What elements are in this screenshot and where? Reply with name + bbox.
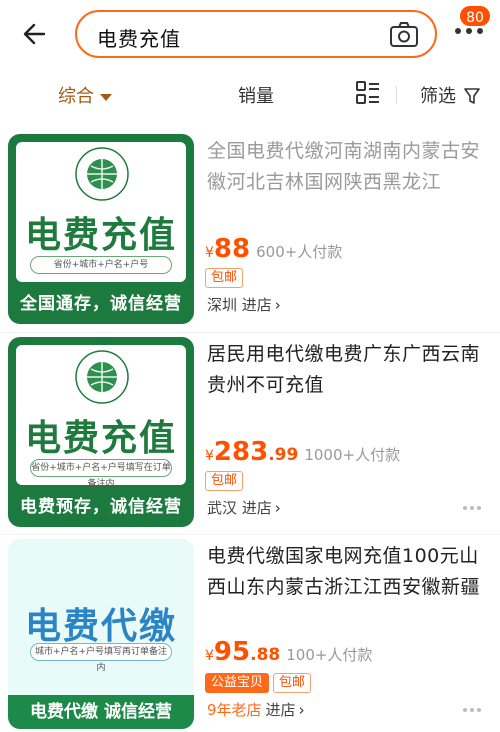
product-image-panel: 电费充值 省份+城市+户名+户号 [16,142,186,282]
state-grid-logo-icon [75,350,129,404]
charity-tag: 公益宝贝 [205,673,270,693]
divider [396,86,397,104]
price-decimal: .99 [268,445,299,465]
product-image-footer: 电费代缴 诚信经营 [8,695,194,729]
free-shipping-tag: 包邮 [273,673,312,693]
product-image-title: 电费代缴 [24,606,177,647]
search-input-value: 电费充值 [97,27,181,51]
more-options-icon[interactable] [462,707,482,713]
tag-row: 包邮 [205,469,247,491]
product-image-title: 电费充值 [24,418,177,459]
filter-icon [463,88,480,104]
product-image-pill: 省份+城市+户名+户号 [30,256,172,274]
shop-link[interactable]: 武汉 进店 › [207,497,281,521]
product-card[interactable]: 电费代缴 城市+户名+户号填写再订单备注内 电费代缴 诚信经营 电费代缴国家电网… [0,535,500,732]
notification-badge: 80 [458,4,492,28]
sold-count: 1000+人付款 [304,446,401,464]
product-image-pill: 城市+户名+户号填写再订单备注内 [30,643,172,673]
free-shipping-tag: 包邮 [205,471,244,491]
product-title[interactable]: 居民用电代缴电费广东广西云南贵州不可充值 [207,339,492,401]
price-integer: 95 [213,637,251,667]
price-decimal: .88 [250,645,281,665]
more-options-icon[interactable] [462,505,482,511]
tag-row: 公益宝贝 包邮 [205,671,315,693]
product-card[interactable]: 电费充值 省份+城市+户名+户号 全国通存，诚信经营 全国电费代缴河南湖南内蒙古… [0,130,500,330]
filter-label: 筛选 [420,86,456,107]
list-view-icon[interactable] [356,80,380,106]
shop-location: 进店 [265,701,296,719]
free-shipping-tag: 包邮 [205,268,244,288]
product-image[interactable]: 电费代缴 城市+户名+户号填写再订单备注内 电费代缴 诚信经营 [8,539,194,729]
product-image-title: 电费充值 [24,215,177,256]
search-input[interactable]: 电费充值 [75,10,437,58]
state-grid-logo-icon [75,147,129,201]
chevron-right-icon: › [274,296,281,314]
product-image[interactable]: 电费充值 省份+城市+户名+户号 全国通存，诚信经营 [8,134,194,324]
shop-link[interactable]: 9年老店 进店 › [207,699,305,723]
filter-button[interactable]: 筛选 [420,82,480,108]
caret-down-icon [100,93,112,101]
price-integer: 88 [213,234,251,264]
sort-tab-comprehensive-label: 综合 [58,86,94,107]
product-image-panel: 电费充值 省份+城市+户名+户号填写在订单备注内 [16,345,186,489]
price-row: ¥88 600+人付款 [205,234,342,264]
sort-bar: 综合 销量 筛选 [0,68,500,120]
product-card[interactable]: 电费充值 省份+城市+户名+户号填写在订单备注内 电费预存，诚信经营 居民用电代… [0,333,500,533]
product-image-panel: 电费代缴 城市+户名+户号填写再订单备注内 [16,547,186,687]
chevron-right-icon: › [274,499,281,517]
product-title[interactable]: 电费代缴国家电网充值100元山西山东内蒙古浙江江西安徽新疆 [207,541,492,603]
currency-symbol: ¥ [205,245,214,261]
sort-tab-sales[interactable]: 销量 [238,82,274,108]
price-integer: 283 [213,437,269,467]
product-image-footer: 全国通存，诚信经营 [20,294,182,314]
shop-age-label: 9年老店 [207,701,262,719]
chevron-right-icon: › [298,701,305,719]
sold-count: 600+人付款 [256,243,343,261]
shop-location: 深圳 进店 [207,296,272,314]
product-image[interactable]: 电费充值 省份+城市+户名+户号填写在订单备注内 电费预存，诚信经营 [8,337,194,527]
currency-symbol: ¥ [205,448,214,464]
shop-location: 武汉 进店 [207,499,272,517]
shop-link[interactable]: 深圳 进店 › [207,294,281,318]
header-bar: 电费充值 80 [0,0,500,68]
product-title[interactable]: 全国电费代缴河南湖南内蒙古安徽河北吉林国网陕西黑龙江 [207,136,492,198]
price-row: ¥283.99 1000+人付款 [205,437,400,467]
product-image-pill: 省份+城市+户名+户号填写在订单备注内 [30,459,172,489]
tag-row: 包邮 [205,266,247,288]
price-row: ¥95.88 100+人付款 [205,637,372,667]
camera-icon[interactable] [389,21,419,49]
sold-count: 100+人付款 [286,646,373,664]
product-image-footer: 电费预存，诚信经营 [20,497,182,517]
back-arrow-icon[interactable] [18,16,54,52]
currency-symbol: ¥ [205,648,214,664]
sort-tab-comprehensive[interactable]: 综合 [58,82,112,108]
